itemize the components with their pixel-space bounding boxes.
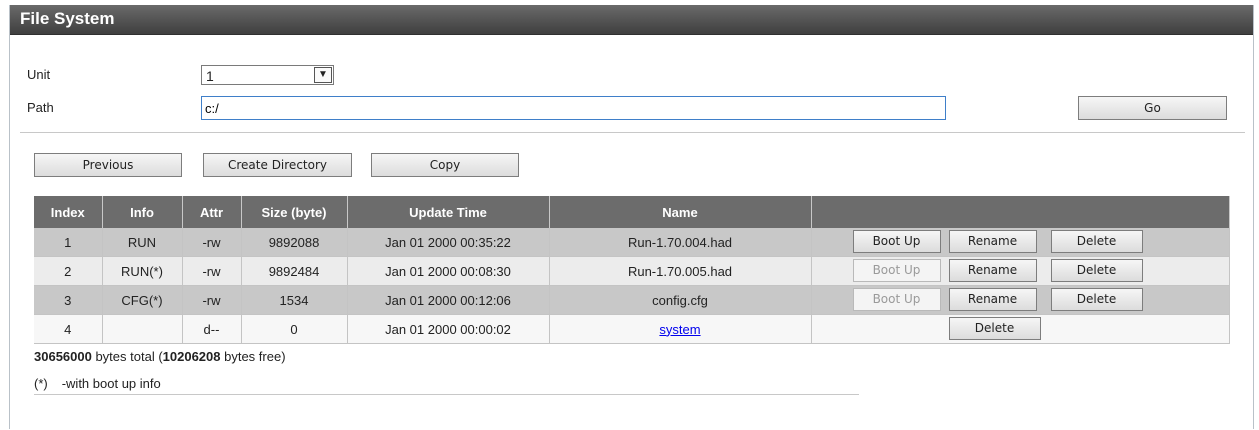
unit-label: Unit [27,67,51,82]
boot-up-button[interactable]: Boot Up [852,288,941,311]
cell-name: Run-1.70.005.had [549,256,812,286]
boot-info-note: (*) -with boot up info [34,376,161,391]
cell-name: system [549,314,812,344]
cell-attr: -rw [182,256,242,286]
cell-update-time: Jan 01 2000 00:12:06 [347,285,550,315]
table-row: 3 CFG(*) -rw 1534 Jan 01 2000 00:12:06 c… [34,285,1230,315]
cell-index: 3 [34,285,103,315]
cell-attr: -rw [182,228,242,257]
cell-update-time: Jan 01 2000 00:35:22 [347,228,550,257]
table-row: 2 RUN(*) -rw 9892484 Jan 01 2000 00:08:3… [34,256,1230,286]
column-header-name: Name [549,196,812,228]
total-bytes: 30656000 [34,349,92,364]
cell-index: 1 [34,228,103,257]
cell-actions: Boot Up Rename Delete [811,285,1230,315]
file-system-panel: File System Unit 1 ▼ Path Go Previous Cr… [9,5,1254,429]
go-button[interactable]: Go [1078,96,1227,120]
footer-divider [34,394,859,395]
column-header-index: Index [34,196,103,228]
page-title: File System [20,9,115,28]
cell-name: Run-1.70.004.had [549,228,812,257]
table-header-row: Index Info Attr Size (byte) Update Time … [34,196,1230,228]
path-label: Path [27,100,54,115]
cell-attr: -rw [182,285,242,315]
cell-size: 9892088 [241,228,348,257]
path-input[interactable] [201,96,946,120]
boot-up-button[interactable]: Boot Up [852,230,941,253]
table-row: 1 RUN -rw 9892088 Jan 01 2000 00:35:22 R… [34,228,1230,257]
delete-button[interactable]: Delete [1050,288,1143,311]
cell-actions: Boot Up Rename Delete [811,256,1230,286]
cell-actions: Boot Up Rename Delete [811,228,1230,257]
rename-button[interactable]: Rename [948,288,1037,311]
cell-info: CFG(*) [102,285,183,315]
table-row: 4 d-- 0 Jan 01 2000 00:00:02 system Dele… [34,314,1230,344]
free-bytes: 10206208 [162,349,221,364]
cell-size: 9892484 [241,256,348,286]
delete-button[interactable]: Delete [948,317,1041,340]
cell-update-time: Jan 01 2000 00:08:30 [347,256,550,286]
unit-select[interactable]: 1 ▼ [201,65,334,85]
cell-index: 2 [34,256,103,286]
delete-button[interactable]: Delete [1050,230,1143,253]
column-header-size: Size (byte) [241,196,348,228]
cell-info: RUN [102,228,183,257]
cell-info [102,314,183,344]
cell-actions: Delete [811,314,1230,344]
note-marker: (*) [34,376,48,391]
file-table: Index Info Attr Size (byte) Update Time … [34,196,1230,344]
cell-index: 4 [34,314,103,344]
copy-button[interactable]: Copy [371,153,519,177]
rename-button[interactable]: Rename [948,230,1037,253]
title-bar: File System [10,5,1253,35]
cell-name: config.cfg [549,285,812,315]
rename-button[interactable]: Rename [948,259,1037,282]
column-header-attr: Attr [182,196,242,228]
previous-button[interactable]: Previous [34,153,182,177]
cell-size: 1534 [241,285,348,315]
divider [20,132,1245,133]
column-header-update-time: Update Time [347,196,550,228]
cell-info: RUN(*) [102,256,183,286]
storage-summary: 30656000 bytes total (10206208 bytes fre… [34,349,286,364]
unit-select-value: 1 [206,68,214,84]
total-text: bytes total ( [91,349,163,364]
boot-up-button[interactable]: Boot Up [852,259,941,282]
cell-update-time: Jan 01 2000 00:00:02 [347,314,550,344]
cell-attr: d-- [182,314,242,344]
directory-link-system[interactable]: system [659,322,700,337]
column-header-info: Info [102,196,183,228]
create-directory-button[interactable]: Create Directory [203,153,352,177]
note-text: -with boot up info [61,376,161,391]
free-text: bytes free) [220,349,286,364]
cell-size: 0 [241,314,348,344]
delete-button[interactable]: Delete [1050,259,1143,282]
column-header-actions [811,196,1230,228]
chevron-down-icon[interactable]: ▼ [314,67,332,83]
